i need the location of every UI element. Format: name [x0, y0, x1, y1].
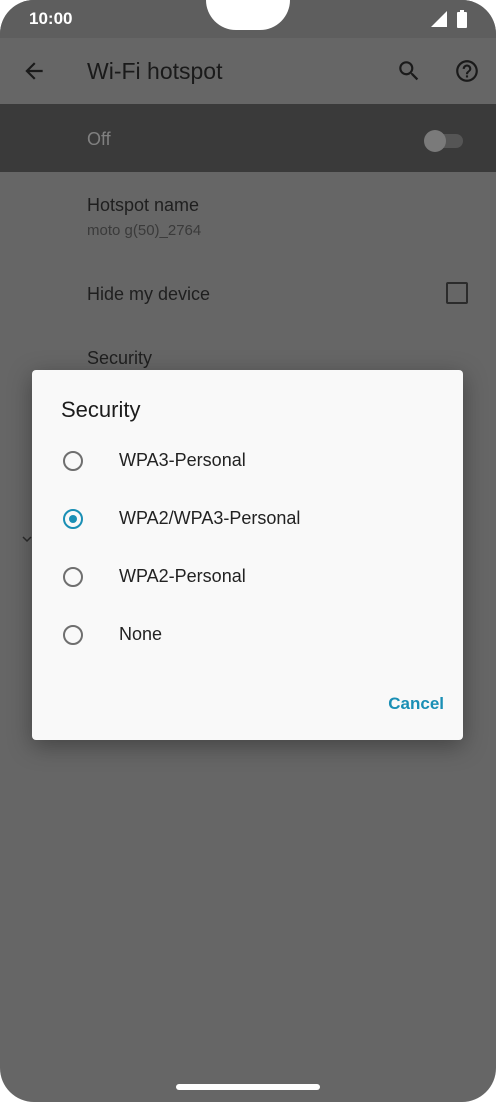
hotspot-name-title[interactable]: Hotspot name — [87, 195, 199, 216]
hide-device-checkbox[interactable] — [446, 282, 468, 304]
status-bar: 10:00 — [0, 0, 496, 38]
option-label: None — [119, 624, 163, 644]
security-dialog: Security WPA3-Personal WPA2/WPA3-Persona… — [32, 370, 463, 740]
radio-button[interactable] — [63, 451, 83, 471]
hide-device-title[interactable]: Hide my device — [87, 284, 210, 305]
chevron-icon — [22, 536, 32, 543]
dialog-title: Security — [61, 397, 141, 422]
radio-button[interactable] — [63, 625, 83, 645]
security-title[interactable]: Security — [87, 348, 152, 369]
hotspot-name-value: moto g(50)_2764 — [87, 222, 202, 239]
app-bar: Wi-Fi hotspot — [0, 38, 496, 104]
toggle-switch[interactable] — [424, 130, 446, 152]
battery-icon — [457, 10, 467, 28]
option-label: WPA2/WPA3-Personal — [119, 508, 301, 528]
page-title: Wi-Fi hotspot — [87, 58, 223, 84]
master-switch-label: Off — [87, 129, 111, 149]
phone-screen: 10:00 Wi-Fi hotspot Off Hotspot name mot… — [0, 0, 496, 1102]
home-indicator[interactable] — [176, 1084, 320, 1090]
option-wpa2-wpa3-personal[interactable]: WPA2/WPA3-Personal — [32, 492, 463, 550]
option-label: WPA3-Personal — [119, 450, 246, 470]
option-none[interactable]: None — [32, 608, 463, 666]
back-arrow-icon[interactable] — [21, 58, 47, 84]
radio-dot — [69, 515, 77, 523]
signal-icon — [431, 11, 447, 27]
option-wpa2-personal[interactable]: WPA2-Personal — [32, 550, 463, 608]
cancel-button[interactable]: Cancel — [370, 684, 450, 724]
help-icon[interactable] — [454, 58, 480, 84]
radio-button[interactable] — [63, 567, 83, 587]
camera-notch — [206, 0, 290, 30]
status-time: 10:00 — [29, 9, 73, 28]
master-switch-bar[interactable]: Off — [0, 104, 496, 172]
search-icon[interactable] — [396, 58, 422, 84]
option-label: WPA2-Personal — [119, 566, 246, 586]
option-wpa3-personal[interactable]: WPA3-Personal — [32, 434, 463, 492]
radio-button-selected[interactable] — [63, 509, 83, 529]
